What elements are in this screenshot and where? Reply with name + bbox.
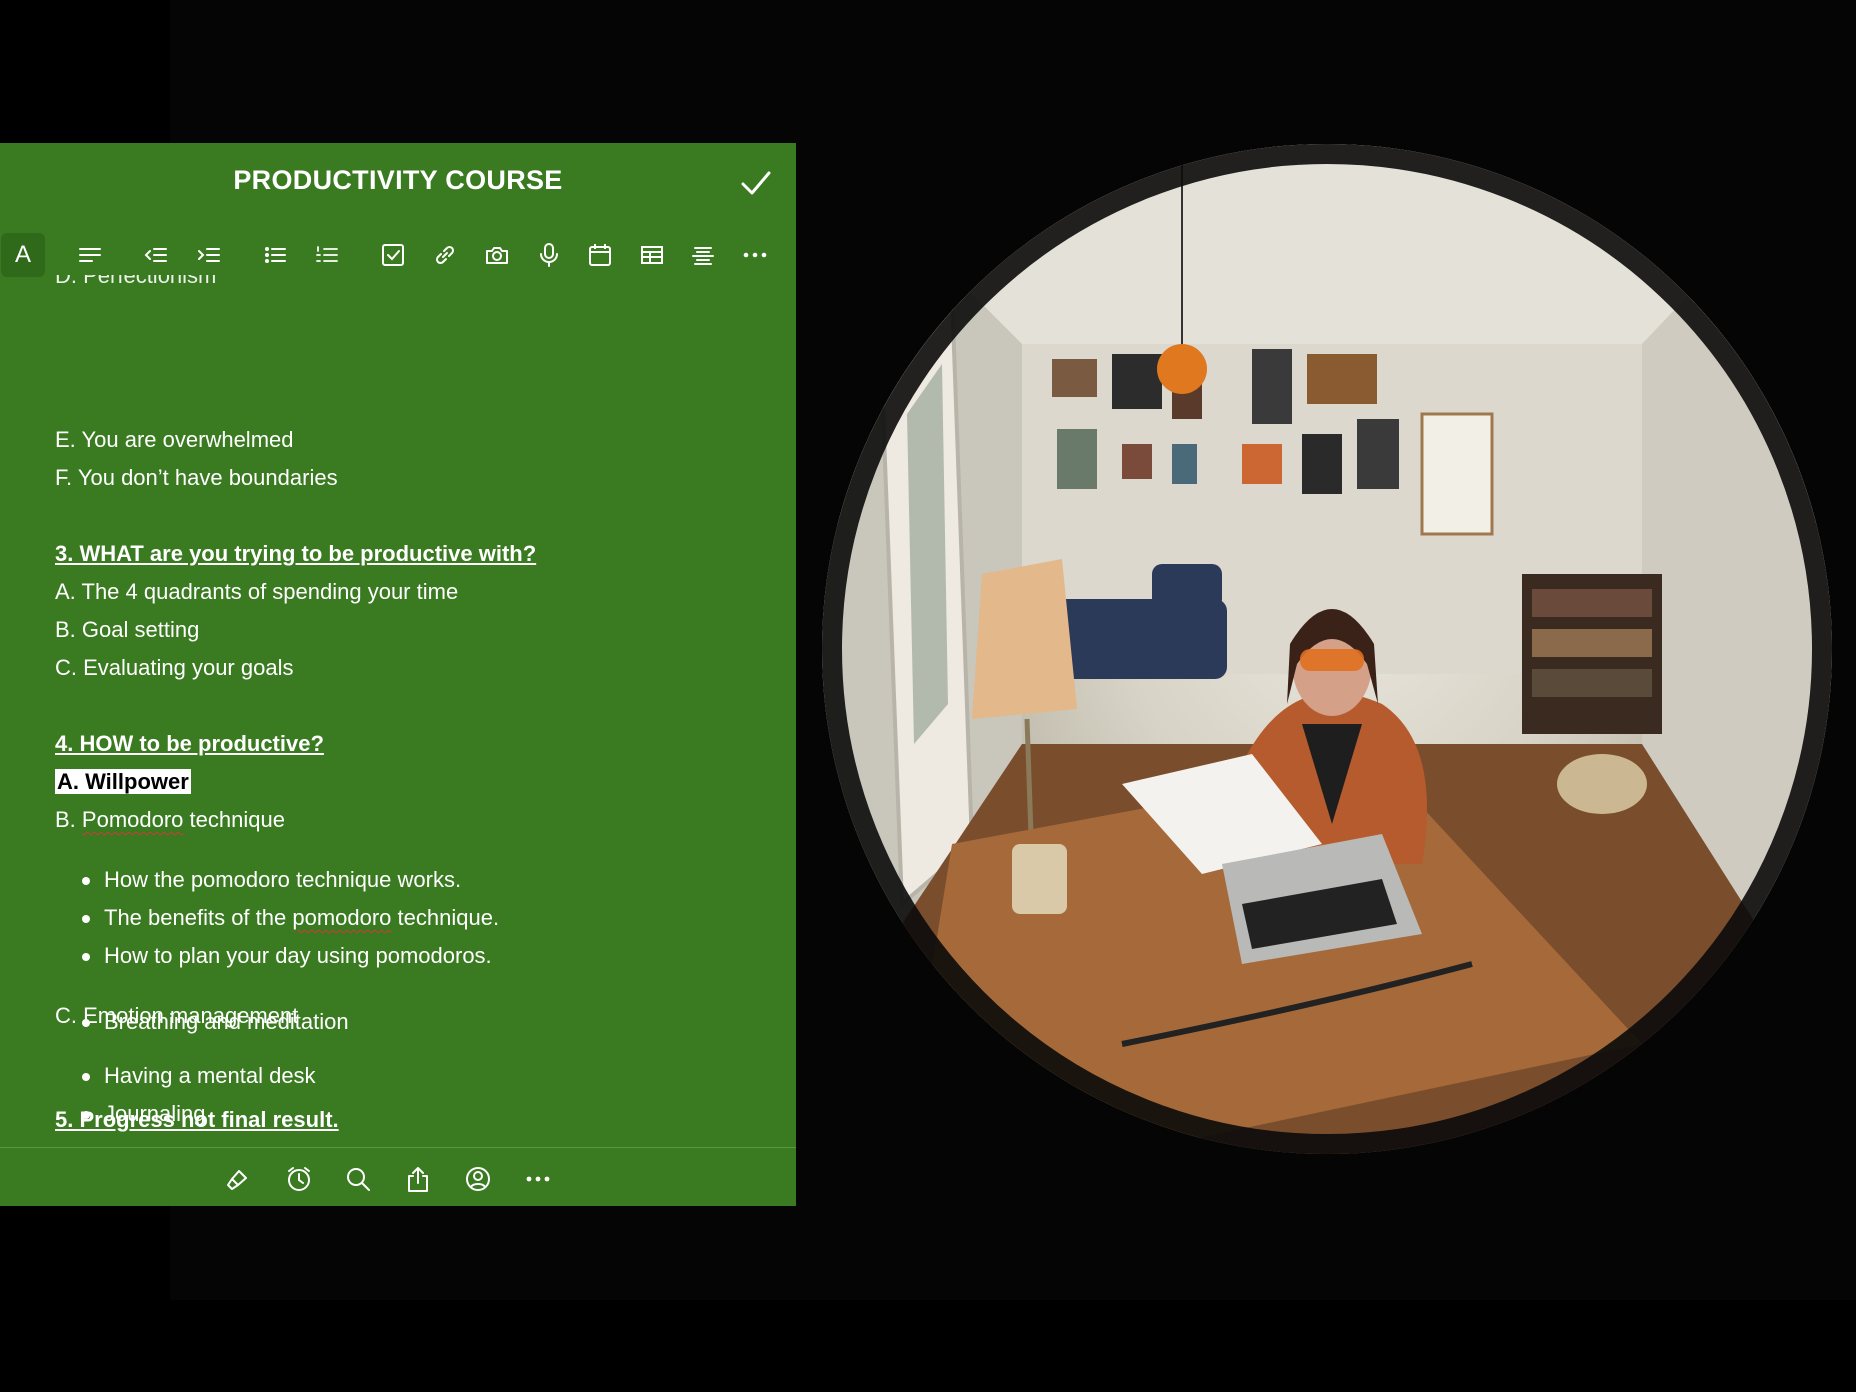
bullet-dot: [82, 915, 90, 923]
bullet-item: The benefits of the pomodoro technique.: [82, 903, 500, 933]
bullet-text: The benefits of the: [104, 905, 293, 930]
numbered-list-icon[interactable]: [305, 233, 349, 277]
text-selection: A. Willpower: [55, 769, 191, 794]
note-line: A. The 4 quadrants of spending your time: [55, 579, 459, 604]
bullet-text: Breathing and meditation: [104, 1009, 349, 1034]
section-heading-4: 4. HOW to be productive?: [55, 731, 324, 756]
note-body[interactable]: D. Perfectionism E. You are overwhelmed …: [0, 275, 796, 1131]
align-icon[interactable]: [68, 233, 112, 277]
room-scene: [822, 144, 1832, 1154]
line-text: B.: [55, 807, 82, 832]
camera-icon[interactable]: [475, 233, 519, 277]
calendar-icon[interactable]: [578, 233, 622, 277]
bullet-item: How to plan your day using pomodoros.: [82, 941, 492, 971]
search-icon[interactable]: [338, 1159, 378, 1199]
note-line: C. Evaluating your goals: [55, 655, 294, 680]
outdent-icon[interactable]: [134, 233, 178, 277]
checkbox-icon[interactable]: [371, 233, 415, 277]
bullet-list-icon[interactable]: [253, 233, 297, 277]
section-heading-5: 5. Progress not final result.: [55, 1107, 339, 1132]
misspelled-word: pomodoro: [292, 905, 392, 930]
bullet-text: Having a mental desk: [104, 1063, 316, 1088]
table-icon[interactable]: [630, 233, 674, 277]
bottom-toolbar: [0, 1153, 796, 1205]
bullet-text: How to plan your day using pomodoros.: [104, 943, 492, 968]
fisheye-video-frame: [822, 144, 1832, 1154]
bullet-dot: [82, 877, 90, 885]
note-title: PRODUCTIVITY COURSE: [233, 165, 563, 195]
line-text: technique: [183, 807, 285, 832]
link-icon[interactable]: [423, 233, 467, 277]
bullet-item: Having a mental desk: [82, 1061, 316, 1091]
text-format-icon[interactable]: A: [1, 233, 45, 277]
more-icon[interactable]: [518, 1159, 558, 1199]
bottom-divider: [0, 1147, 796, 1148]
bullet-dot: [82, 1019, 90, 1027]
note-line-partial: D. Perfectionism: [55, 275, 217, 288]
bullet-dot: [82, 1073, 90, 1081]
done-check-icon[interactable]: [738, 165, 774, 201]
selected-line: A. Willpower: [55, 767, 191, 797]
microphone-icon[interactable]: [527, 233, 571, 277]
bullet-dot: [82, 953, 90, 961]
note-line: F. You don’t have boundaries: [55, 465, 338, 490]
misspelled-word: Pomodoro: [81, 807, 184, 832]
note-line: B. Pomodoro technique: [55, 805, 285, 835]
bullet-text: How the pomodoro technique works.: [104, 867, 462, 892]
notes-panel: PRODUCTIVITY COURSE A D. Perfectionism E…: [0, 143, 796, 1206]
bullet-item: Breathing and meditation: [82, 1007, 349, 1037]
bullet-item: How the pomodoro technique works.: [82, 865, 462, 895]
indent-icon[interactable]: [187, 233, 231, 277]
reminder-icon[interactable]: [279, 1159, 319, 1199]
note-header: PRODUCTIVITY COURSE: [0, 143, 796, 223]
letterbox-top-left: [0, 0, 170, 143]
more-icon[interactable]: [733, 233, 777, 277]
bullet-text: technique.: [391, 905, 500, 930]
collaborate-icon[interactable]: [458, 1159, 498, 1199]
strikethrough-icon[interactable]: [681, 233, 725, 277]
share-icon[interactable]: [398, 1159, 438, 1199]
note-line: B. Goal setting: [55, 617, 200, 642]
section-heading-3: 3. WHAT are you trying to be productive …: [55, 541, 537, 566]
note-line: E. You are overwhelmed: [55, 427, 294, 452]
paint-brush-icon[interactable]: [218, 1159, 258, 1199]
